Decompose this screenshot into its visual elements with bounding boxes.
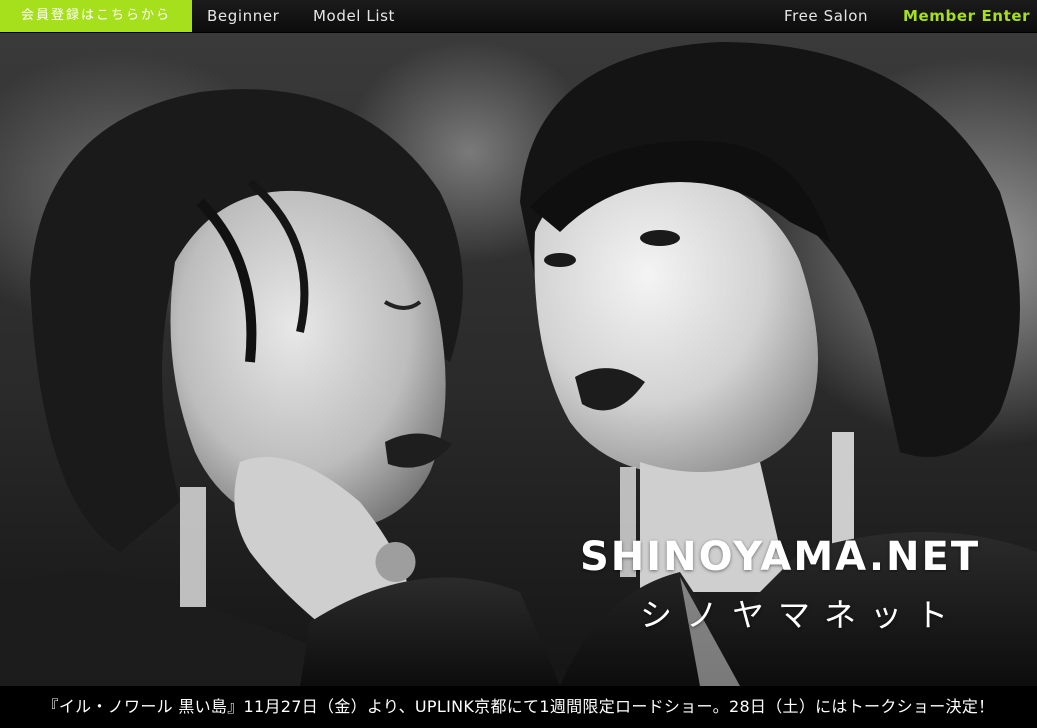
news-ticker[interactable]: 『イル・ノワール 黒い島』11月27日（金）より、UPLINK京都にて1週間限定… <box>0 686 1037 728</box>
nav-free-salon-link[interactable]: Free Salon <box>784 0 868 32</box>
site-logo-text: SHINOYAMA.NET <box>580 534 981 580</box>
top-navigation: 会員登録はこちらから Beginner Model List Free Salo… <box>0 0 1037 33</box>
site-logo-katakana: シノヤマネット <box>640 596 963 634</box>
hero-photo <box>0 32 1037 686</box>
nav-model-list-link[interactable]: Model List <box>313 0 395 32</box>
hero-photo-illustration <box>0 42 1037 686</box>
page: 会員登録はこちらから Beginner Model List Free Salo… <box>0 0 1037 728</box>
nav-member-enter-link[interactable]: Member Enter <box>903 0 1030 32</box>
signup-button[interactable]: 会員登録はこちらから <box>0 0 192 32</box>
nav-beginner-link[interactable]: Beginner <box>207 0 279 32</box>
